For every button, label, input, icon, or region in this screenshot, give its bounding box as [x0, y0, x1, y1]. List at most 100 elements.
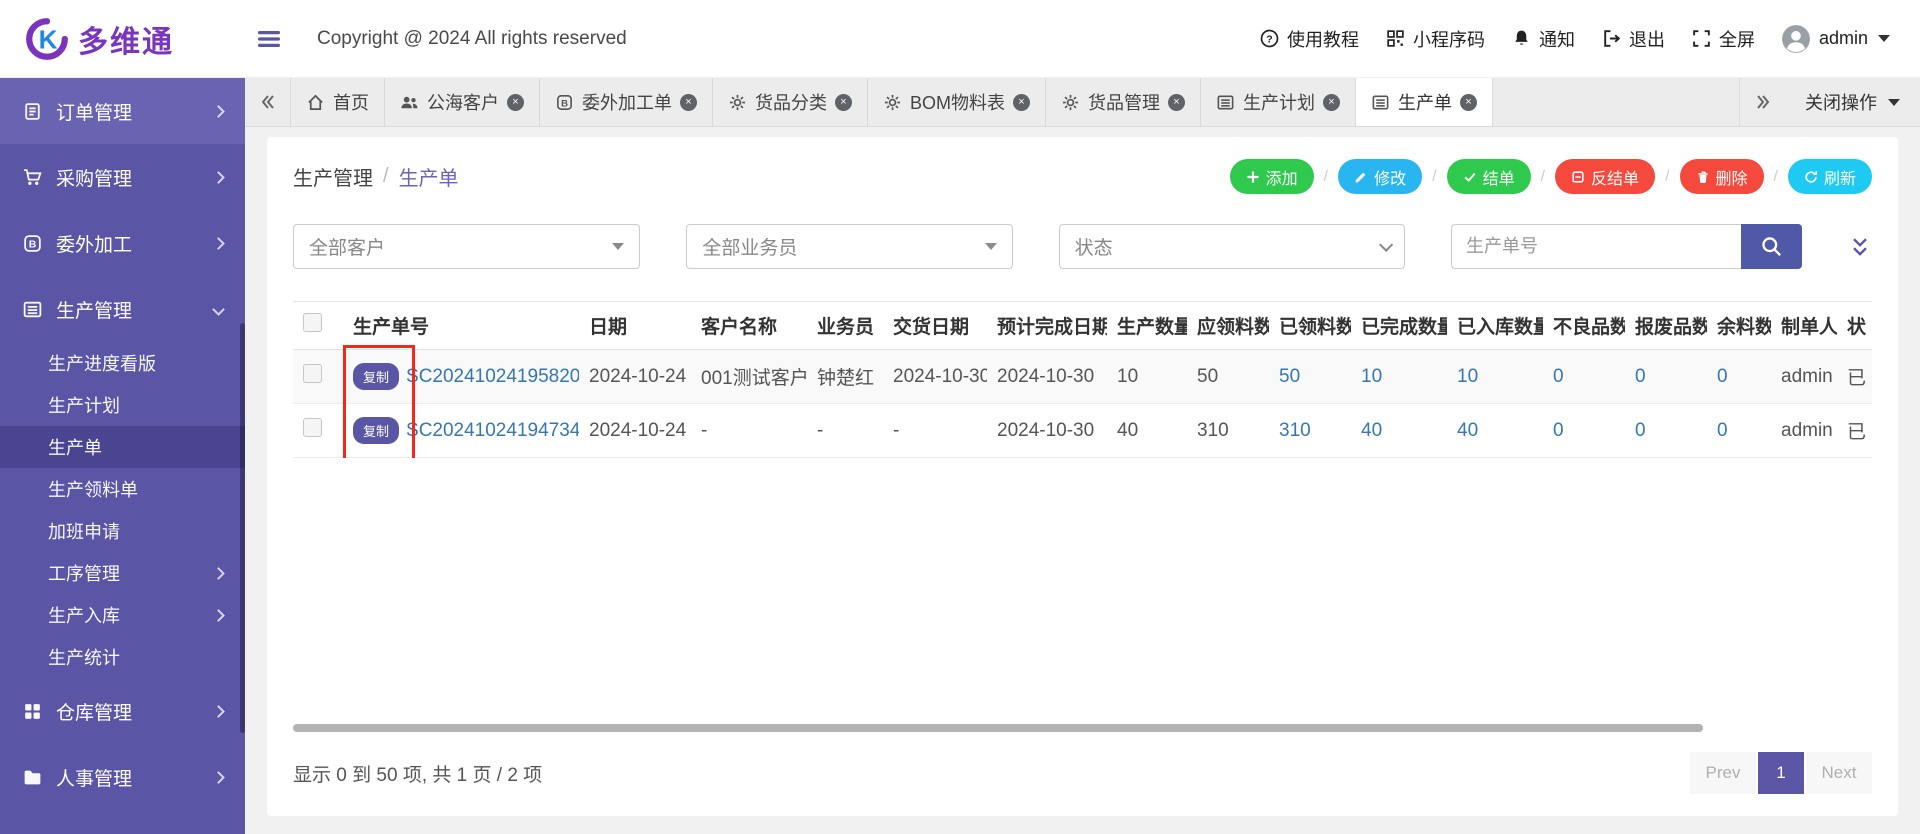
cell-customer: -	[691, 404, 807, 458]
close-icon[interactable]	[835, 94, 852, 111]
order-no-link[interactable]: SC20241024195820	[406, 366, 579, 388]
col-header[interactable]: 制单人	[1771, 302, 1837, 350]
sidebar-item-warehouse[interactable]: 仓库管理	[0, 678, 245, 744]
cell-defective-link[interactable]: 0	[1543, 404, 1625, 458]
sidebar-subitem-production-plan[interactable]: 生产计划	[0, 384, 245, 426]
tab-label: 生产单	[1398, 89, 1452, 115]
row-checkbox[interactable]	[303, 418, 322, 437]
sidebar-subitem-production-progress[interactable]: 生产进度看版	[0, 342, 245, 384]
current-page-button[interactable]: 1	[1758, 752, 1804, 794]
search-button[interactable]	[1741, 224, 1802, 269]
col-header[interactable]: 已完成数量	[1351, 302, 1447, 350]
col-header[interactable]: 不良品数	[1543, 302, 1625, 350]
tab-public-customers[interactable]: 公海客户	[385, 78, 540, 126]
sidebar-subitem-material-requisition[interactable]: 生产领料单	[0, 468, 245, 510]
close-icon[interactable]	[1460, 94, 1477, 111]
tab-goods-category[interactable]: 货品分类	[713, 78, 868, 126]
order-no-link[interactable]: SC20241024194734	[406, 420, 579, 442]
col-header[interactable]: 客户名称	[691, 302, 807, 350]
col-header[interactable]: 业务员	[807, 302, 883, 350]
col-header[interactable]: 应领料数	[1187, 302, 1269, 350]
sidebar-item-hr[interactable]: 人事管理	[0, 744, 245, 810]
edit-button[interactable]: 修改	[1338, 159, 1422, 194]
col-header[interactable]: 交货日期	[883, 302, 987, 350]
fullscreen-button[interactable]: 全屏	[1691, 26, 1755, 52]
prev-page-button[interactable]: Prev	[1690, 752, 1756, 794]
user-menu[interactable]: admin	[1781, 24, 1890, 54]
tab-goods[interactable]: 货品管理	[1046, 78, 1201, 126]
col-header[interactable]: 生产单号	[343, 302, 579, 350]
sidebar-item-finance[interactable]: ¥ 财务管理	[0, 810, 245, 834]
horizontal-scrollbar[interactable]	[293, 724, 1703, 732]
cell-completed-link[interactable]: 10	[1351, 350, 1447, 404]
copy-button[interactable]: 复制	[353, 417, 399, 444]
sidebar-subitem-production-stats[interactable]: 生产统计	[0, 636, 245, 678]
cell-surplus-link[interactable]: 0	[1707, 404, 1771, 458]
logout-button[interactable]: 退出	[1601, 26, 1665, 52]
close-operations-menu[interactable]: 关闭操作	[1785, 78, 1920, 126]
tab-home[interactable]: 首页	[291, 78, 385, 126]
breadcrumb-separator	[383, 165, 389, 188]
order-no-input[interactable]	[1451, 224, 1741, 269]
sidebar-item-production[interactable]: 生产管理	[0, 276, 245, 342]
cell-stored-link[interactable]: 10	[1447, 350, 1543, 404]
sidebar-item-orders[interactable]: 订单管理	[0, 78, 245, 144]
col-header[interactable]: 已入库数量	[1447, 302, 1543, 350]
cell-scrapped-link[interactable]: 0	[1625, 404, 1707, 458]
cell-stored-link[interactable]: 40	[1447, 404, 1543, 458]
sidebar-subitem-production-order[interactable]: 生产单	[0, 426, 245, 468]
collapse-filters-button[interactable]	[1848, 235, 1872, 259]
sidebar-item-purchase[interactable]: 采购管理	[0, 144, 245, 210]
cell-surplus-link[interactable]: 0	[1707, 350, 1771, 404]
status-select[interactable]: 状态	[1059, 224, 1405, 269]
tab-production-plan[interactable]: 生产计划	[1201, 78, 1356, 126]
col-header[interactable]: 余料数	[1707, 302, 1771, 350]
hamburger-menu-icon[interactable]	[255, 25, 283, 53]
close-icon[interactable]	[680, 94, 697, 111]
cell-completed-link[interactable]: 40	[1351, 404, 1447, 458]
cell-defective-link[interactable]: 0	[1543, 350, 1625, 404]
settle-button[interactable]: 结单	[1447, 159, 1531, 194]
delete-button[interactable]: 删除	[1680, 159, 1764, 194]
mini-program-button[interactable]: 小程序码	[1385, 26, 1485, 52]
copy-button[interactable]: 复制	[353, 363, 399, 390]
col-header[interactable]: 状	[1837, 302, 1872, 350]
close-icon[interactable]	[507, 94, 524, 111]
col-header[interactable]: 日期	[579, 302, 691, 350]
notifications-button[interactable]: 通知	[1511, 26, 1575, 52]
col-header[interactable]: 预计完成日期	[987, 302, 1107, 350]
salesman-select[interactable]: 全部业务员	[686, 224, 1012, 269]
cell-scrapped-link[interactable]: 0	[1625, 350, 1707, 404]
logo[interactable]: K 多维通	[0, 16, 245, 62]
tab-outsource-orders[interactable]: B 委外加工单	[540, 78, 713, 126]
tab-bom[interactable]: BOM物料表	[868, 78, 1046, 126]
sidebar-subitem-process-management[interactable]: 工序管理	[0, 552, 245, 594]
tabs-scroll-right-button[interactable]	[1739, 78, 1785, 126]
next-page-button[interactable]: Next	[1806, 752, 1872, 794]
close-icon[interactable]	[1323, 94, 1340, 111]
add-button[interactable]: 添加	[1230, 159, 1314, 194]
unsettle-button[interactable]: 反结单	[1555, 159, 1655, 194]
breadcrumb-parent[interactable]: 生产管理	[293, 162, 373, 191]
refresh-button[interactable]: 刷新	[1788, 159, 1872, 194]
col-header[interactable]: 生产数量	[1107, 302, 1187, 350]
select-all-checkbox[interactable]	[303, 313, 322, 332]
customer-select[interactable]: 全部客户	[293, 224, 640, 269]
tab-production-order[interactable]: 生产单	[1356, 78, 1493, 126]
help-button[interactable]: ? 使用教程	[1259, 26, 1359, 52]
sidebar-subitem-production-inbound[interactable]: 生产入库	[0, 594, 245, 636]
outsource-icon: B	[555, 93, 574, 112]
col-header[interactable]: 报废品数	[1625, 302, 1707, 350]
cell-received-link[interactable]: 50	[1269, 350, 1351, 404]
sidebar-scrollbar[interactable]	[240, 323, 245, 733]
cell-received-link[interactable]: 310	[1269, 404, 1351, 458]
col-header[interactable]: 已领料数	[1269, 302, 1351, 350]
refresh-icon	[1804, 170, 1818, 184]
sidebar-item-outsourcing[interactable]: B 委外加工	[0, 210, 245, 276]
close-icon[interactable]	[1168, 94, 1185, 111]
sidebar-subitem-overtime-request[interactable]: 加班申请	[0, 510, 245, 552]
row-checkbox[interactable]	[303, 364, 322, 383]
folder-icon	[22, 767, 43, 788]
tabs-scroll-left-button[interactable]	[245, 78, 291, 126]
close-icon[interactable]	[1013, 94, 1030, 111]
